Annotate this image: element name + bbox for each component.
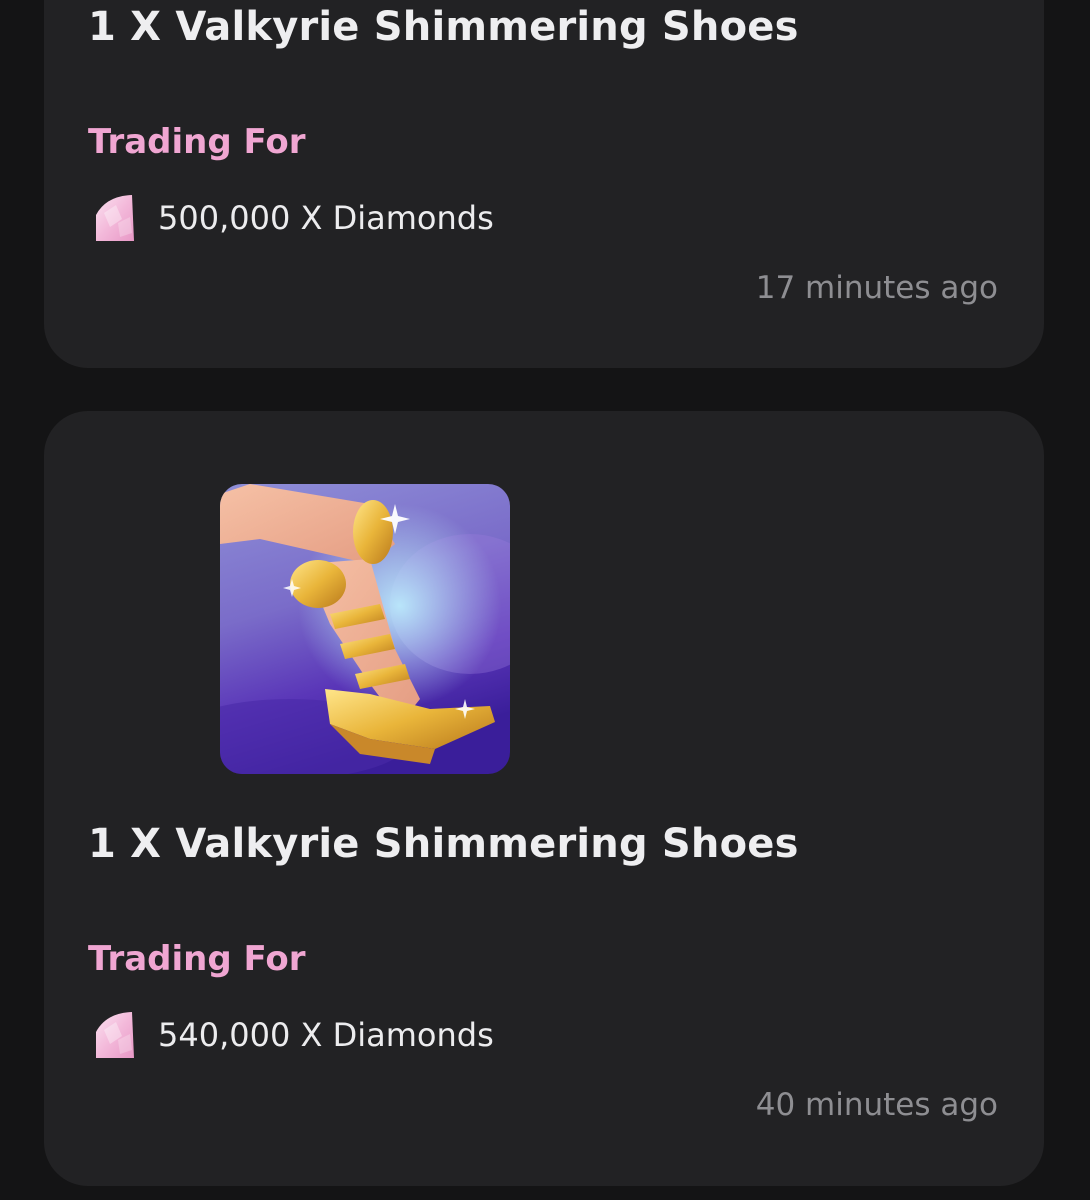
price-row: 500,000 X Diamonds <box>92 190 494 246</box>
listing-title: 1 X Valkyrie Shimmering Shoes <box>88 821 799 867</box>
price-text: 500,000 X Diamonds <box>158 199 494 237</box>
price-text: 540,000 X Diamonds <box>158 1016 494 1054</box>
listing-timestamp: 17 minutes ago <box>755 270 998 306</box>
item-artwork <box>220 484 510 774</box>
price-row: 540,000 X Diamonds <box>92 1007 494 1063</box>
listing-timestamp: 40 minutes ago <box>755 1087 998 1123</box>
trade-listing-card[interactable]: 1 X Valkyrie Shimmering Shoes Trading Fo… <box>44 0 1044 368</box>
listing-title: 1 X Valkyrie Shimmering Shoes <box>88 4 799 50</box>
trading-for-label: Trading For <box>88 939 306 979</box>
diamond-icon <box>96 1012 134 1058</box>
diamond-icon <box>96 195 134 241</box>
valkyrie-shimmering-shoes-image <box>220 484 510 774</box>
trading-for-label: Trading For <box>88 122 306 162</box>
trade-listing-card[interactable]: 1 X Valkyrie Shimmering Shoes Trading Fo… <box>44 411 1044 1186</box>
